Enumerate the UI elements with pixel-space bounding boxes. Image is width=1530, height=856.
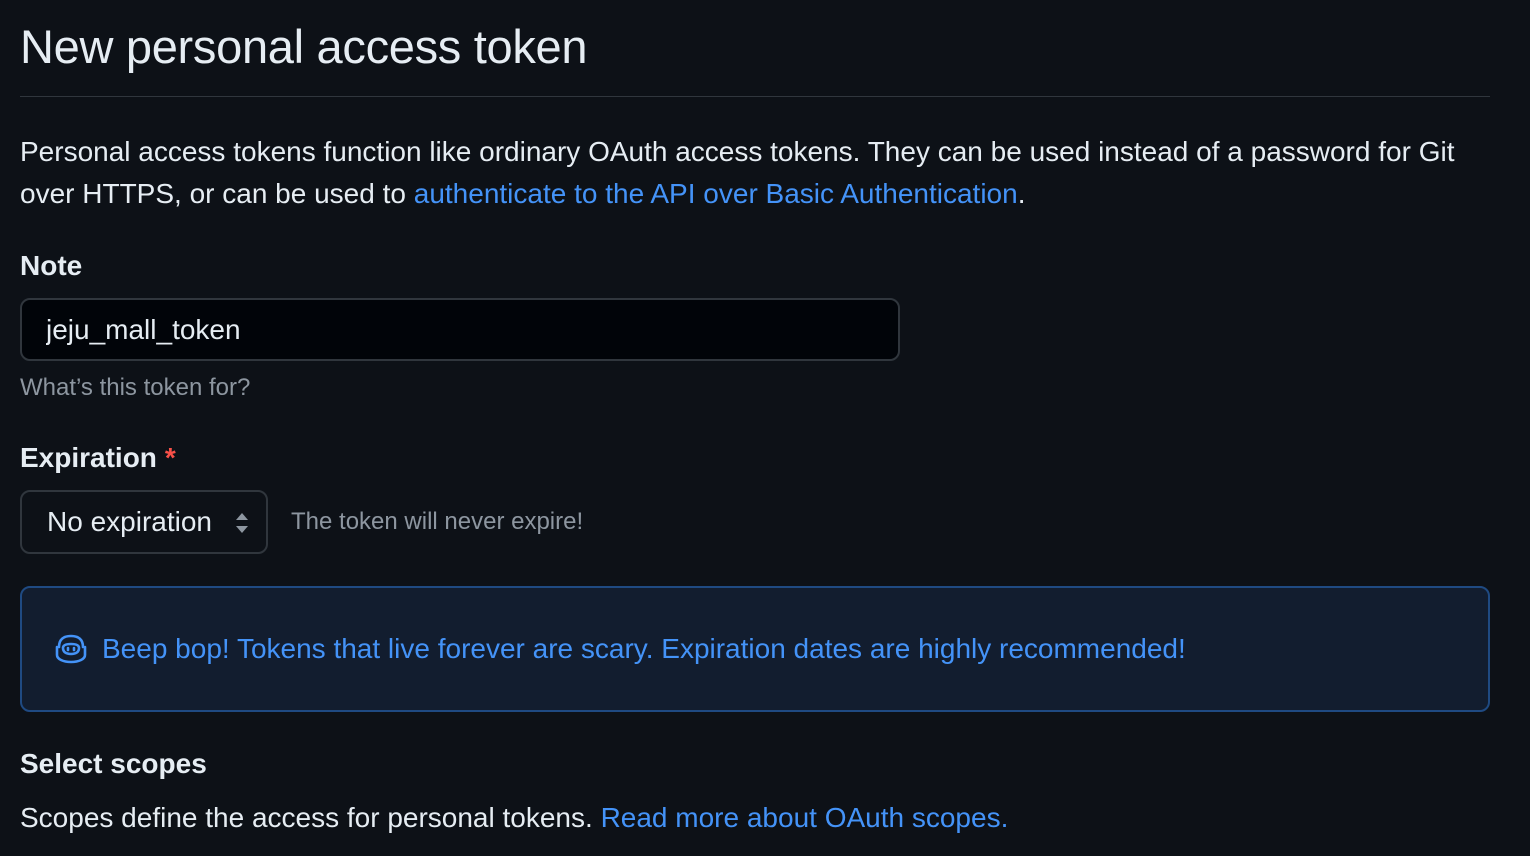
expiration-label: Expiration * (20, 441, 176, 475)
scopes-heading: Select scopes (20, 748, 207, 779)
intro-paragraph: Personal access tokens function like ord… (20, 131, 1490, 215)
flash-message: Beep bop! Tokens that live forever are s… (102, 633, 1186, 664)
scopes-description-text: Scopes define the access for personal to… (20, 802, 601, 833)
note-label: Note (20, 250, 83, 281)
intro-text-end: . (1017, 178, 1026, 209)
expiration-select[interactable]: No expiration (20, 490, 268, 554)
page-title: New personal access token (20, 20, 588, 73)
note-hint: What’s this token for? (20, 374, 251, 401)
select-arrows-icon (236, 513, 248, 533)
copilot-icon (55, 634, 87, 664)
expiration-label-text: Expiration (20, 442, 157, 473)
scopes-description: Scopes define the access for personal to… (20, 800, 1008, 836)
expiration-note: The token will never expire! (291, 508, 584, 535)
expiration-warning-flash: Beep bop! Tokens that live forever are s… (20, 586, 1490, 712)
title-divider (20, 96, 1490, 97)
oauth-scopes-link[interactable]: Read more about OAuth scopes. (601, 802, 1009, 833)
note-input[interactable] (20, 298, 900, 361)
required-marker: * (164, 442, 176, 473)
expiration-select-value: No expiration (47, 506, 212, 537)
basic-auth-link[interactable]: authenticate to the API over Basic Authe… (414, 178, 1018, 209)
token-form: New personal access token Personal acces… (20, 0, 1490, 833)
